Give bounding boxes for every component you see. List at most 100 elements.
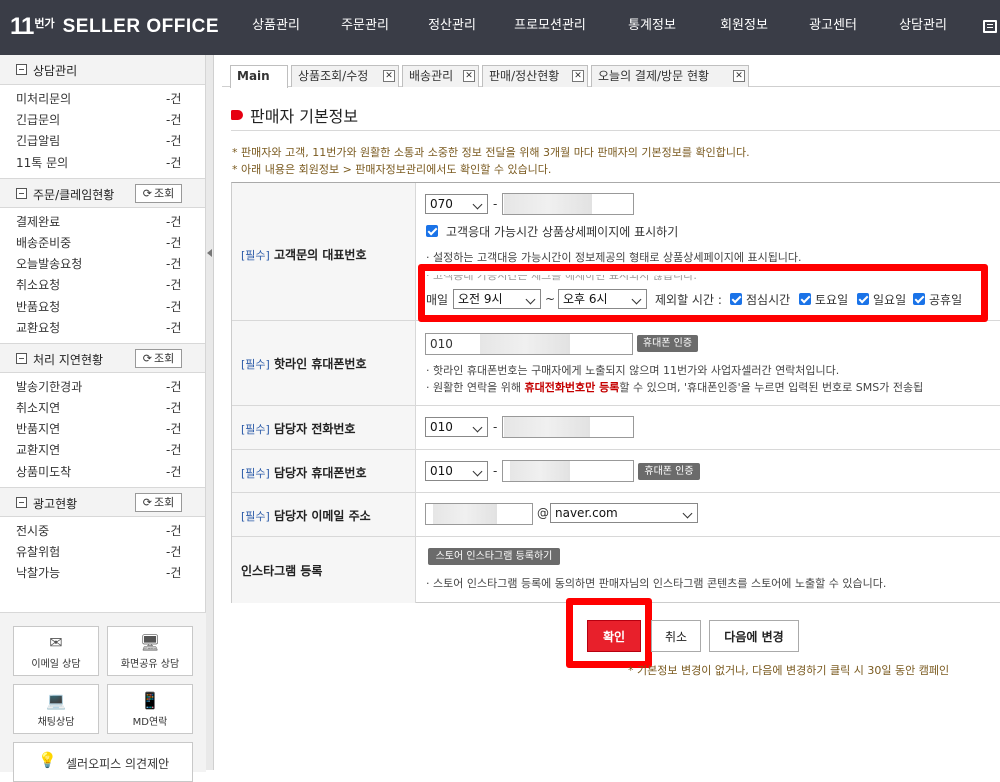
- sidebar-section-title: 처리 지연현황: [33, 352, 104, 367]
- label-text: 고객문의 대표번호: [274, 248, 367, 262]
- tab-delivery[interactable]: 배송관리 ✕: [402, 65, 479, 87]
- label-text: 담당자 전화번호: [274, 422, 356, 436]
- sidebar-section-title: 상담관리: [33, 64, 78, 78]
- collapse-minus-icon[interactable]: [16, 496, 27, 508]
- close-icon[interactable]: ✕: [463, 70, 475, 82]
- opinion-suggest-button[interactable]: 💡 셀러오피스 의견제안: [13, 742, 193, 782]
- refresh-button[interactable]: ⟳ 조회: [135, 348, 182, 368]
- nav-product[interactable]: 상품관리: [230, 0, 322, 55]
- sidebar-item[interactable]: 반품지연 -건: [0, 419, 205, 440]
- sidebar-section-title: 광고현황: [33, 496, 78, 511]
- sidebar-item[interactable]: 유찰위험 -건: [0, 542, 205, 563]
- md-contact-button[interactable]: 📱 MD연락: [107, 684, 193, 734]
- sidebar-item[interactable]: 오늘발송요청 -건: [0, 254, 205, 275]
- nav-statistics[interactable]: 통계정보: [604, 0, 700, 55]
- sidebar-item-label: 취소요청: [16, 278, 61, 293]
- chevron-down-icon: [472, 466, 483, 477]
- tab-main[interactable]: Main: [230, 65, 288, 88]
- page-title-text: 판매자 기본정보: [250, 107, 359, 126]
- chat-consult-button[interactable]: 💻 채팅상담: [13, 684, 99, 734]
- sidebar-item-label: 상품미도착: [16, 464, 72, 479]
- nav-ad-center[interactable]: 광고센터: [788, 0, 878, 55]
- logo[interactable]: 11 번가 SELLER OFFICE: [10, 11, 219, 43]
- nav-member[interactable]: 회원정보: [700, 0, 788, 55]
- instagram-description: · 스토어 인스타그램 등록에 동의하면 판매자님의 인스타그램 콘텐츠를 스토…: [426, 577, 887, 590]
- sidebar-item-label: 미처리문의: [16, 92, 72, 106]
- collapse-minus-icon[interactable]: [16, 64, 27, 75]
- sidebar-list-consult: 미처리문의 -건 긴급문의 -건 긴급알림 -건 11톡 문의 -건: [0, 85, 205, 178]
- tab-sales-settlement[interactable]: 판매/정산현황 ✕: [482, 65, 588, 87]
- sidebar-list-ad: 전시중 -건 유찰위험 -건 낙찰가능 -건: [0, 517, 205, 589]
- nav-order[interactable]: 주문관리: [322, 0, 408, 55]
- sidebar-item-label: 반품지연: [16, 422, 61, 437]
- sidebar-item[interactable]: 교환지연 -건: [0, 440, 205, 461]
- collapse-minus-icon[interactable]: [16, 352, 27, 364]
- sidebar-item[interactable]: 긴급알림 -건: [0, 131, 205, 152]
- rep-phone-prefix-select[interactable]: 070: [425, 194, 488, 214]
- redacted-value: [510, 461, 570, 481]
- manager-mobile-prefix-select[interactable]: 010: [425, 461, 488, 481]
- sidebar-item[interactable]: 11톡 문의 -건: [0, 153, 205, 174]
- sidebar-item[interactable]: 취소요청 -건: [0, 275, 205, 296]
- email-domain-select[interactable]: naver.com: [550, 503, 698, 523]
- manager-phone-prefix-select[interactable]: 010: [425, 417, 488, 437]
- hotline-verify-button[interactable]: 휴대폰 인증: [637, 335, 698, 352]
- sidebar-item[interactable]: 반품요청 -건: [0, 297, 205, 318]
- row-label: [필수] 담당자 이메일 주소: [241, 507, 371, 524]
- sidebar-item-count: -건: [166, 523, 182, 538]
- sidebar-item[interactable]: 취소지연 -건: [0, 398, 205, 419]
- refresh-button[interactable]: ⟳ 조회: [135, 183, 182, 203]
- change-later-button[interactable]: 다음에 변경: [709, 620, 799, 652]
- button-label: 채팅상담: [37, 717, 75, 728]
- row-label: [필수] 담당자 휴대폰번호: [241, 464, 367, 481]
- email-consult-button[interactable]: ✉ 이메일 상담: [13, 626, 99, 676]
- sidebar-item[interactable]: 전시중 -건: [0, 521, 205, 542]
- row-header: 인스타그램 등록: [232, 537, 416, 603]
- highlight-box-business-hours: [418, 264, 988, 322]
- refresh-label: 조회: [153, 186, 175, 200]
- sidebar-item[interactable]: 미처리문의 -건: [0, 89, 205, 110]
- nav-consult[interactable]: 상담관리: [878, 0, 968, 55]
- sidebar-item-count: -건: [166, 401, 182, 416]
- sidebar-item[interactable]: 배송준비중 -건: [0, 233, 205, 254]
- sidebar-item[interactable]: 교환요청 -건: [0, 318, 205, 339]
- close-icon[interactable]: ✕: [383, 70, 395, 82]
- sidebar-item[interactable]: 긴급문의 -건: [0, 110, 205, 131]
- row-manager-email: [필수] 담당자 이메일 주소 @ naver.com: [232, 493, 1000, 537]
- cancel-button[interactable]: 취소: [651, 620, 701, 652]
- sidebar-item-label: 11톡 문의: [16, 155, 69, 170]
- close-icon[interactable]: ✕: [572, 70, 584, 82]
- tab-today-payment[interactable]: 오늘의 결제/방문 현황 ✕: [591, 65, 749, 87]
- instagram-register-button[interactable]: 스토어 인스타그램 등록하기: [428, 548, 560, 565]
- nav-settlement[interactable]: 정산관리: [408, 0, 496, 55]
- tab-label: Main: [237, 69, 270, 83]
- sidebar-toggle[interactable]: [206, 55, 214, 770]
- sidebar-item[interactable]: 결제완료 -건: [0, 212, 205, 233]
- sidebar-item[interactable]: 낙찰가능 -건: [0, 563, 205, 584]
- close-icon[interactable]: ✕: [733, 70, 745, 82]
- screen-share-consult-button[interactable]: 🖥 화면공유 상담: [107, 626, 193, 676]
- row-header: [필수] 고객문의 대표번호: [232, 183, 416, 320]
- menu-icon[interactable]: [983, 20, 997, 33]
- input-value: 010: [430, 337, 453, 351]
- rep-phone-description: · 설정하는 고객대응 가능시간이 정보제공의 형태로 상품상세페이지에 표시됩…: [426, 251, 802, 264]
- sidebar-item[interactable]: 발송기한경과 -건: [0, 377, 205, 398]
- collapse-minus-icon[interactable]: [16, 187, 27, 199]
- sidebar-item[interactable]: 상품미도착 -건: [0, 462, 205, 483]
- row-manager-phone: [필수] 담당자 전화번호 010 -: [232, 406, 1000, 450]
- sidebar-item-label: 낙찰가능: [16, 566, 61, 581]
- redacted-value: [504, 417, 590, 437]
- tab-product-search[interactable]: 상품조회/수정 ✕: [291, 65, 399, 87]
- refresh-button[interactable]: ⟳ 조회: [135, 492, 182, 512]
- show-hours-checkbox[interactable]: [426, 225, 438, 237]
- sidebar-item-count: -건: [166, 92, 182, 106]
- row-label: 인스타그램 등록: [241, 564, 323, 578]
- nav-promotion[interactable]: 프로모션관리: [496, 0, 604, 55]
- sidebar-item-label: 유찰위험: [16, 545, 61, 559]
- sidebar-item-count: -건: [166, 235, 182, 250]
- button-label: MD연락: [132, 717, 168, 728]
- row-hotline: [필수] 핫라인 휴대폰번호 010 휴대폰 인증 · 핫라인 휴대폰번호는 구…: [232, 321, 1000, 406]
- manager-mobile-verify-button[interactable]: 휴대폰 인증: [638, 463, 700, 480]
- sidebar-item-label: 교환지연: [16, 443, 61, 458]
- confirm-button[interactable]: 확인: [587, 620, 641, 652]
